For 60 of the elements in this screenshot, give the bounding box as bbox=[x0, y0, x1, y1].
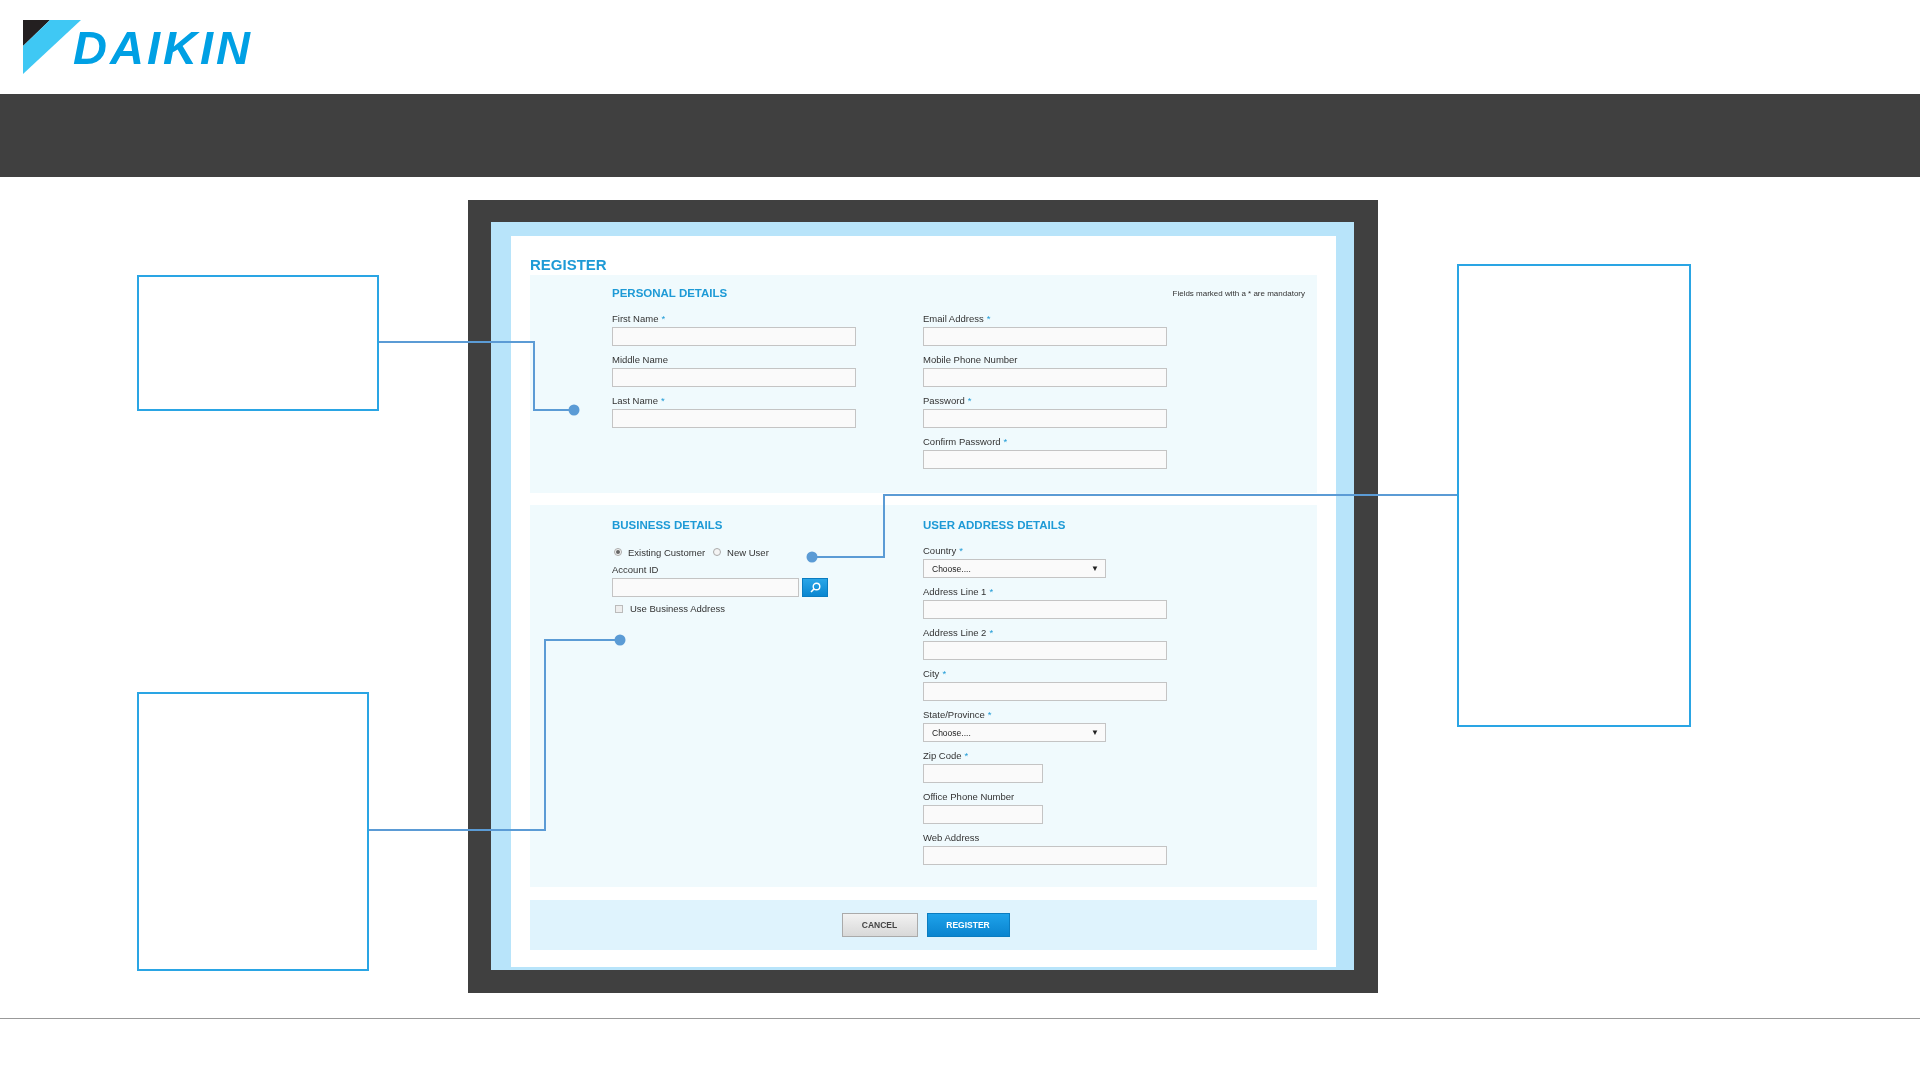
radio-label: Existing Customer bbox=[628, 546, 706, 558]
required-mark: * bbox=[989, 586, 994, 597]
required-mark: * bbox=[967, 395, 972, 406]
text-input[interactable] bbox=[923, 450, 1167, 469]
required-mark: * bbox=[987, 709, 992, 720]
text-input[interactable] bbox=[923, 368, 1167, 387]
text-input[interactable] bbox=[612, 409, 856, 428]
text-input[interactable] bbox=[612, 327, 856, 346]
search-icon bbox=[809, 582, 821, 593]
field-label: Country bbox=[923, 545, 957, 556]
field-label: Zip Code bbox=[923, 750, 962, 761]
section-heading: BUSINESS DETAILS bbox=[612, 519, 724, 533]
field-label: Email Address bbox=[923, 313, 984, 324]
dropdown[interactable]: Choose.... ▼ bbox=[923, 723, 1106, 742]
field-label: Web Address bbox=[923, 832, 980, 843]
text-input[interactable] bbox=[923, 805, 1043, 824]
required-mark: * bbox=[964, 750, 969, 761]
caret-icon: ▼ bbox=[1091, 728, 1099, 737]
field-label: Address Line 2 bbox=[923, 627, 987, 638]
text-input[interactable] bbox=[923, 641, 1167, 660]
radio-button[interactable] bbox=[713, 548, 722, 556]
text-input[interactable] bbox=[923, 409, 1167, 428]
field-label: Last Name bbox=[612, 395, 658, 406]
field-label: Address Line 1 bbox=[923, 586, 987, 597]
required-mark: * bbox=[942, 668, 947, 679]
dropdown[interactable]: Choose.... ▼ bbox=[923, 559, 1106, 578]
required-mark: * bbox=[959, 545, 963, 556]
required-mark: * bbox=[661, 313, 666, 324]
form-title: REGISTER bbox=[530, 256, 608, 275]
required-mark: * bbox=[989, 627, 994, 638]
text-input[interactable] bbox=[923, 764, 1043, 783]
section-heading: PERSONAL DETAILS bbox=[612, 287, 728, 301]
field-label: Account ID bbox=[612, 564, 659, 575]
field-label: Confirm Password bbox=[923, 436, 1001, 447]
field-label: Mobile Phone Number bbox=[923, 354, 1018, 365]
text-input[interactable] bbox=[612, 578, 799, 597]
field-label: City bbox=[923, 668, 940, 679]
section-heading: USER ADDRESS DETAILS bbox=[923, 519, 1067, 533]
field-label: Password bbox=[923, 395, 965, 406]
search-button[interactable] bbox=[802, 578, 828, 597]
text-input[interactable] bbox=[923, 327, 1167, 346]
caret-icon: ▼ bbox=[1091, 564, 1099, 573]
text-input[interactable] bbox=[923, 600, 1167, 619]
text-input[interactable] bbox=[612, 368, 856, 387]
field-label: State/Province bbox=[923, 709, 985, 720]
required-mark: * bbox=[986, 313, 991, 324]
cancel-button[interactable]: CANCEL bbox=[841, 913, 918, 937]
field-label: Office Phone Number bbox=[923, 791, 1015, 802]
required-mark: * bbox=[1003, 436, 1008, 447]
radio-label: New User bbox=[727, 546, 769, 558]
mandatory-note: Fields marked with a * are mandatory bbox=[1172, 289, 1305, 298]
text-input[interactable] bbox=[923, 846, 1167, 865]
field-label: Middle Name bbox=[612, 354, 668, 365]
checkbox-label: Use Business Address bbox=[630, 603, 726, 614]
radio-button[interactable] bbox=[614, 548, 622, 556]
logo-text: DAIKIN bbox=[73, 19, 253, 75]
text-input[interactable] bbox=[923, 682, 1167, 701]
field-label: First Name bbox=[612, 313, 659, 324]
checkbox[interactable] bbox=[615, 604, 623, 613]
required-mark: * bbox=[660, 395, 665, 406]
